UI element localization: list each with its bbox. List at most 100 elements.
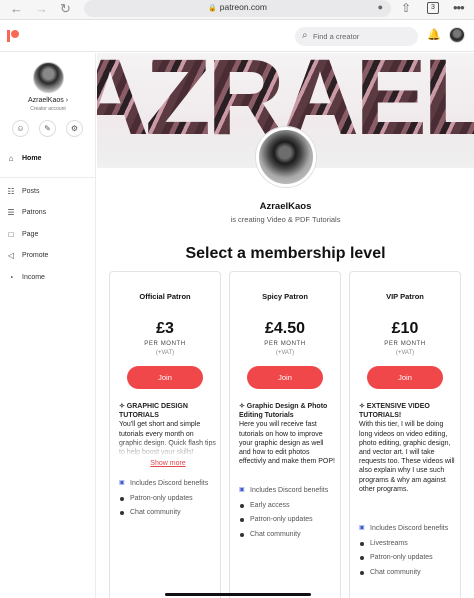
share-icon[interactable]: ⇧	[401, 1, 411, 15]
benefit-item: Chat community	[359, 568, 457, 578]
discord-icon: ▣	[239, 487, 245, 493]
tier-description: ✧ GRAPHIC DESIGN TUTORIALS You'll get sh…	[119, 402, 217, 468]
bullet-icon	[360, 570, 364, 575]
tier-description-body: Here you will receive fast tutorials on …	[239, 421, 335, 466]
tier-billing-period: PER MONTH	[144, 341, 186, 347]
tier-description: ✧ EXTENSIVE VIDEO TUTORIALS! With this t…	[359, 402, 457, 494]
tier-vat-note: (+VAT)	[275, 350, 295, 356]
bullet-icon	[360, 556, 364, 560]
sidebar-item-label: Patrons	[22, 209, 47, 216]
sidebar-item-home[interactable]: ⌂ Home	[0, 149, 96, 171]
show-more-link[interactable]: Show more	[119, 459, 217, 468]
edit-action-icon[interactable]: ✎	[39, 120, 56, 137]
sidebar-divider	[0, 176, 96, 178]
benefit-item: Patron-only updates	[359, 553, 457, 563]
reload-icon[interactable]: ↻	[60, 1, 71, 17]
search-icon: ⌕	[302, 30, 308, 41]
tier-description-body: With this tier, I will be doing long vid…	[359, 421, 455, 493]
creator-avatar[interactable]	[33, 62, 64, 93]
settings-action-icon[interactable]: ⚙	[66, 120, 83, 137]
sidebar-item-patrons[interactable]: ☰ Patrons	[0, 203, 96, 225]
back-arrow-icon[interactable]: ←	[10, 1, 23, 17]
join-button[interactable]: Join	[367, 366, 443, 389]
forward-arrow-icon[interactable]: →	[35, 1, 48, 17]
tier-description-heading: ✧ GRAPHIC DESIGN TUTORIALS	[119, 403, 188, 420]
sidebar-item-posts[interactable]: ☷ Posts	[0, 182, 96, 204]
tier-card-vip-patron: VIP Patron £10 PER MONTH (+VAT) Join ✧ E…	[349, 271, 461, 598]
benefit-item: ▣ Includes Discord benefits	[119, 480, 209, 487]
tier-title: Spicy Patron	[262, 292, 308, 301]
tier-billing-period: PER MONTH	[384, 341, 426, 347]
benefit-item: Chat community	[119, 508, 217, 518]
sidebar-item-promote[interactable]: ◁ Promote	[0, 246, 96, 268]
benefit-item: Chat community	[239, 530, 337, 540]
promote-icon: ◁	[7, 251, 15, 260]
membership-heading: Select a membership level	[185, 245, 386, 262]
creator-search[interactable]: ⌕	[295, 27, 418, 46]
sidebar-item-label: Posts	[22, 187, 40, 195]
sidebar-nav: ⌂ Home ☷ Posts ☰ Patrons □ Page ◁ Promot…	[0, 149, 96, 289]
creator-profile-photo	[256, 127, 316, 187]
tier-description-heading: ✧ EXTENSIVE VIDEO TUTORIALS!	[359, 403, 430, 420]
bullet-icon	[240, 503, 244, 508]
tier-benefits: ▣ Includes Discord benefits Patron-only u…	[119, 479, 217, 523]
creator-name: AzraelKaos	[259, 201, 312, 212]
sidebar-item-page[interactable]: □ Page	[0, 225, 96, 247]
tier-benefits: ▣ Includes Discord benefits Livestreams P…	[359, 524, 457, 582]
bullet-icon	[360, 541, 364, 546]
sidebar-item-label: Home	[22, 155, 42, 162]
more-options-icon[interactable]: •••	[453, 0, 465, 15]
tier-price: £10	[391, 320, 419, 337]
tier-price: £4.50	[264, 320, 306, 337]
join-button[interactable]: Join	[247, 366, 323, 389]
bullet-icon	[120, 496, 124, 501]
url-text: patreon.com	[219, 2, 267, 12]
notification-bell-icon[interactable]: 🔔	[427, 28, 441, 41]
user-avatar[interactable]	[449, 27, 465, 43]
tier-title: VIP Patron	[386, 292, 424, 301]
patreon-logo-icon[interactable]	[7, 30, 19, 42]
bullet-icon	[240, 532, 244, 537]
tier-title: Official Patron	[139, 292, 191, 301]
sidebar-item-label: Page	[22, 230, 39, 238]
tier-benefits: ▣ Includes Discord benefits Early access …	[239, 486, 337, 544]
sidebar-actions: ☺ ✎ ⚙	[11, 120, 85, 137]
tier-description: ✧ Graphic Design & Photo Editing Tutoria…	[239, 402, 337, 466]
creator-tagline: is creating Video & PDF Tutorials	[230, 215, 341, 224]
join-button[interactable]: Join	[127, 366, 203, 389]
sidebar-item-label: Income	[22, 273, 45, 281]
tier-vat-note: (+VAT)	[155, 350, 175, 356]
tabs-button[interactable]: 3	[427, 2, 439, 14]
sidebar: AzraelKaos › Creator account ☺ ✎ ⚙ ⌂ Hom…	[0, 53, 96, 598]
tier-price: £3	[156, 320, 174, 337]
sidebar-item-income[interactable]: ◔ Income	[0, 268, 96, 290]
discord-icon: ▣	[359, 525, 365, 531]
bullet-icon	[120, 511, 124, 515]
benefit-item: ▣ Includes Discord benefits	[239, 487, 329, 494]
lock-icon: 🔒	[208, 5, 217, 12]
sidebar-item-label: Promote	[22, 252, 49, 259]
benefit-item: Patron-only updates	[119, 494, 217, 504]
tier-description-body: You'll get short and simple tutorials ev…	[119, 421, 216, 457]
address-bar[interactable]: 🔒 patreon.com ●	[84, 0, 391, 17]
creator-account-name[interactable]: AzraelKaos ›	[0, 97, 96, 104]
income-icon: ◔	[8, 272, 14, 282]
benefit-item: Early access	[239, 501, 337, 511]
tier-vat-note: (+VAT)	[395, 350, 415, 356]
profile-action-icon[interactable]: ☺	[12, 120, 29, 137]
search-input[interactable]	[313, 29, 413, 44]
patrons-icon: ☰	[7, 208, 15, 217]
app-header: ⌕ 🔔	[0, 20, 474, 52]
tier-billing-period: PER MONTH	[264, 341, 306, 347]
page-icon: □	[8, 229, 14, 239]
home-indicator	[165, 593, 311, 596]
discord-icon: ▣	[119, 480, 125, 486]
benefit-item: Livestreams	[359, 539, 457, 549]
tier-card-official-patron: Official Patron £3 PER MONTH (+VAT) Join…	[109, 271, 221, 598]
tier-description-heading: ✧ Graphic Design & Photo Editing Tutoria…	[239, 403, 328, 420]
benefit-item: ▣ Includes Discord benefits	[359, 525, 449, 532]
microphone-icon[interactable]: ●	[378, 2, 383, 12]
browser-toolbar: ← → ↻ 🔒 patreon.com ● ⇧ 3 •••	[0, 0, 474, 20]
bullet-icon	[240, 518, 244, 522]
creator-account-label: Creator account	[30, 106, 66, 112]
